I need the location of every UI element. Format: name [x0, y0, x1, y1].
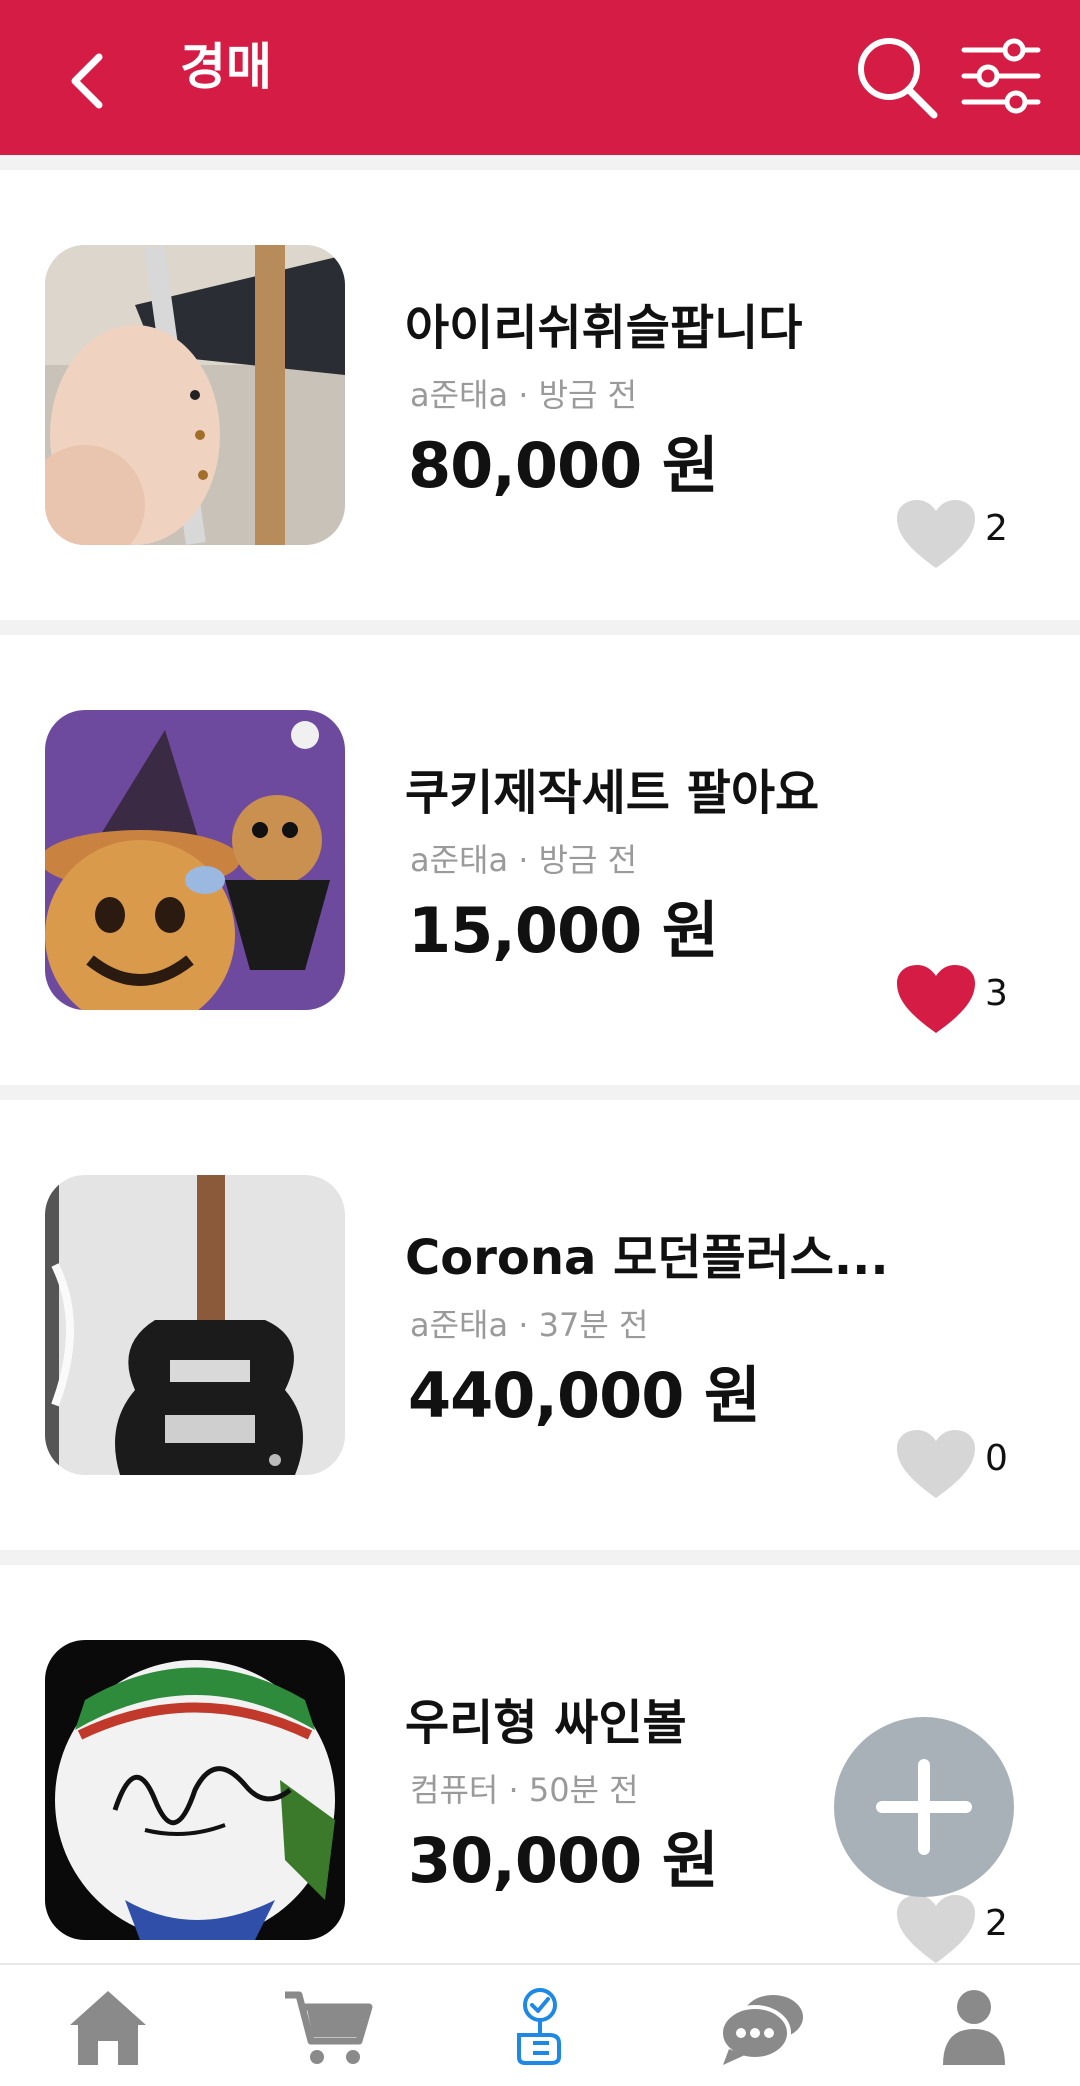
home-icon	[70, 1991, 146, 2065]
heart-icon	[897, 1430, 975, 1498]
item-title: 아이리쉬휘슬팝니다	[405, 300, 803, 356]
item-title: Corona 모던플러스...	[405, 1230, 889, 1286]
like-count: 3	[985, 973, 1008, 1014]
chat-icon	[719, 1995, 803, 2065]
item-thumbnail	[45, 710, 345, 1010]
item-title: 쿠키제작세트 팔아요	[405, 765, 820, 821]
search-button[interactable]	[852, 32, 942, 122]
search-icon	[858, 38, 938, 119]
profile-icon	[943, 1990, 1005, 2065]
cart-icon	[285, 1991, 373, 2064]
guitar-photo	[45, 1175, 345, 1475]
list-item[interactable]: 아이리쉬휘슬팝니다 a준태a · 방금 전 80,000 원 2	[0, 170, 1080, 620]
item-meta: a준태a · 방금 전	[410, 376, 638, 414]
bottom-navigation	[0, 1963, 1080, 2086]
sliders-icon	[961, 38, 1041, 114]
plus-icon	[876, 1759, 972, 1855]
auction-icon	[517, 1988, 561, 2065]
cookie-set-photo	[45, 710, 345, 1010]
app-header: 경매	[0, 0, 1080, 155]
item-price: 15,000 원	[408, 894, 719, 967]
like-button[interactable]	[895, 1893, 977, 1965]
add-item-button[interactable]	[834, 1717, 1014, 1897]
nav-home[interactable]	[58, 1979, 158, 2075]
like-count: 2	[985, 508, 1008, 549]
like-count: 0	[985, 1438, 1008, 1479]
nav-chat[interactable]	[712, 1979, 812, 2075]
like-button[interactable]	[895, 963, 977, 1035]
heart-icon	[897, 500, 975, 568]
like-button[interactable]	[895, 498, 977, 570]
item-meta: a준태a · 37분 전	[410, 1306, 649, 1344]
nav-profile[interactable]	[924, 1979, 1024, 2075]
item-meta: a준태a · 방금 전	[410, 841, 638, 879]
item-price: 440,000 원	[408, 1359, 761, 1432]
item-title: 우리형 싸인볼	[405, 1695, 687, 1751]
back-button[interactable]	[52, 42, 122, 120]
signed-ball-photo	[45, 1640, 345, 1940]
item-price: 30,000 원	[408, 1824, 719, 1897]
page-title: 경매	[180, 38, 272, 96]
item-meta: 컴퓨터 · 50분 전	[410, 1771, 639, 1809]
list-item[interactable]: 쿠키제작세트 팔아요 a준태a · 방금 전 15,000 원 3	[0, 635, 1080, 1085]
heart-icon	[897, 965, 975, 1033]
item-thumbnail	[45, 1175, 345, 1475]
heart-icon	[897, 1895, 975, 1963]
list-item[interactable]: Corona 모던플러스... a준태a · 37분 전 440,000 원 0	[0, 1100, 1080, 1550]
nav-cart[interactable]	[278, 1979, 378, 2075]
item-thumbnail	[45, 245, 345, 545]
like-button[interactable]	[895, 1428, 977, 1500]
filter-button[interactable]	[960, 34, 1046, 120]
like-count: 2	[985, 1903, 1008, 1944]
item-thumbnail	[45, 1640, 345, 1940]
chevron-left-icon	[71, 53, 103, 109]
tin-whistle-photo	[45, 245, 345, 545]
item-price: 80,000 원	[408, 429, 719, 502]
auction-screen: 경매 아이리쉬휘슬팝니다 a준태a · 방금 전 80,000 원 2 쿠키제작…	[0, 0, 1080, 2086]
nav-auction[interactable]	[490, 1979, 590, 2075]
